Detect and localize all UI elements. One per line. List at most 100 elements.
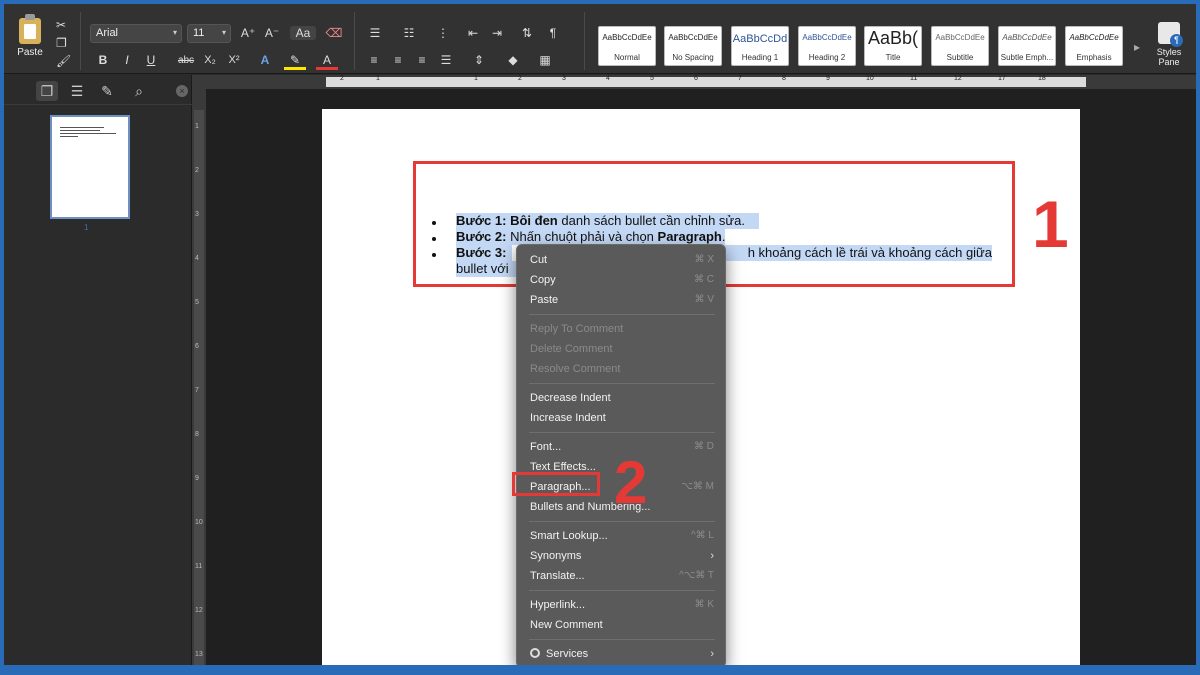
line-spacing-icon[interactable]: ⇕ xyxy=(466,51,492,70)
menu-item-copy[interactable]: Copy ⌘ C xyxy=(530,271,714,289)
menu-separator xyxy=(529,521,715,522)
menu-label: New Comment xyxy=(530,619,603,631)
text-effects-icon[interactable]: A xyxy=(254,51,276,70)
ruler-tick: 13 xyxy=(195,651,203,658)
annotation-label-2: 2 xyxy=(614,449,648,516)
style-name: Normal xyxy=(614,53,640,62)
menu-item-hyperlink[interactable]: Hyperlink... ⌘ K xyxy=(530,596,714,614)
menu-item-services[interactable]: Services › xyxy=(530,645,714,663)
page-thumbnail[interactable] xyxy=(50,115,130,219)
font-name-select[interactable]: Arial ▾ xyxy=(90,24,182,43)
subscript-button[interactable]: X₂ xyxy=(200,51,220,70)
ruler-tick: 6 xyxy=(195,343,199,350)
menu-separator xyxy=(529,639,715,640)
thumbnail-line xyxy=(60,136,78,137)
numbering-icon[interactable]: ☷ xyxy=(396,26,422,40)
menu-item-decrease-indent[interactable]: Decrease Indent xyxy=(530,389,714,407)
menu-shortcut: ⌘ K xyxy=(694,599,714,610)
horizontal-ruler[interactable]: 2 1 1 2 3 4 5 6 7 8 9 10 11 12 17 18 xyxy=(206,75,1196,89)
change-case-icon[interactable]: Aa xyxy=(290,26,316,40)
style-normal[interactable]: AaBbCcDdEe Normal xyxy=(598,26,656,66)
menu-item-resolve-comment[interactable]: Resolve Comment xyxy=(530,360,714,378)
ruler-tick: 8 xyxy=(195,431,199,438)
ribbon-divider xyxy=(80,12,81,70)
navigation-sidebar: ❐ ☰ ✎ ⌕ × 1 xyxy=(4,75,192,665)
shading-icon[interactable]: ◆ xyxy=(500,51,526,70)
word-app-window: Paste ✂ ❐ 🖌 Arial ▾ 11 ▾ A⁺ A⁻ Aa ⌫ B I … xyxy=(4,4,1196,665)
align-left-icon[interactable]: ≡ xyxy=(364,51,384,70)
ruler-tick: 1 xyxy=(195,123,199,130)
menu-item-synonyms[interactable]: Synonyms › xyxy=(530,547,714,565)
style-subtitle[interactable]: AaBbCcDdEe Subtitle xyxy=(931,26,989,66)
menu-item-increase-indent[interactable]: Increase Indent xyxy=(530,409,714,427)
shrink-font-button[interactable]: A⁻ xyxy=(262,26,282,40)
borders-icon[interactable]: ▦ xyxy=(532,51,558,70)
strikethrough-button[interactable]: abc xyxy=(174,51,198,70)
style-subtle-emphasis[interactable]: AaBbCcDdEe Subtle Emph... xyxy=(998,26,1056,66)
menu-label: Paste xyxy=(530,294,559,306)
cut-icon[interactable]: ✂ xyxy=(56,18,66,32)
sidebar-tabs: ❐ ☰ ✎ ⌕ × xyxy=(4,75,192,105)
menu-item-translate[interactable]: Translate... ^⌥⌘ T xyxy=(530,567,714,585)
italic-button[interactable]: I xyxy=(118,51,136,70)
style-emphasis[interactable]: AaBbCcDdEe Emphasis xyxy=(1065,26,1123,66)
align-center-icon[interactable]: ≡ xyxy=(388,51,408,70)
menu-item-delete-comment[interactable]: Delete Comment xyxy=(530,340,714,358)
paste-button[interactable]: Paste xyxy=(8,14,52,68)
style-heading-2[interactable]: AaBbCcDdEe Heading 2 xyxy=(798,26,856,66)
ruler-tick: 10 xyxy=(866,75,874,82)
style-name: Title xyxy=(885,53,901,62)
show-marks-button[interactable]: ¶ xyxy=(544,26,562,40)
align-right-icon[interactable]: ≡ xyxy=(412,51,432,70)
underline-button[interactable]: U xyxy=(142,51,160,70)
multilevel-list-icon[interactable]: ⋮ xyxy=(430,26,456,40)
style-sample: AaBbCcDdEe xyxy=(668,33,718,42)
menu-item-new-comment[interactable]: New Comment xyxy=(530,616,714,634)
increase-indent-icon[interactable]: ⇥ xyxy=(486,26,508,40)
style-sample: AaBbCcDdEe xyxy=(802,33,852,42)
grow-font-button[interactable]: A⁺ xyxy=(238,26,258,40)
highlight-icon[interactable]: ✎ xyxy=(284,51,306,70)
edit-tab-icon[interactable]: ✎ xyxy=(96,81,118,101)
outline-tab-icon[interactable]: ☰ xyxy=(66,81,88,101)
paste-label: Paste xyxy=(17,47,43,58)
ruler-tick: 5 xyxy=(650,75,654,82)
thumbnails-tab-icon[interactable]: ❐ xyxy=(36,81,58,101)
bold-button[interactable]: B xyxy=(94,51,112,70)
superscript-button[interactable]: X² xyxy=(224,51,244,70)
menu-item-paste[interactable]: Paste ⌘ V xyxy=(530,291,714,309)
style-title[interactable]: AaBb( Title xyxy=(864,26,922,66)
ruler-tick: 1 xyxy=(376,75,380,82)
gallery-more-icon[interactable]: ▸ xyxy=(1132,40,1142,54)
font-size-select[interactable]: 11 ▾ xyxy=(187,24,231,43)
menu-item-smart-lookup[interactable]: Smart Lookup... ^⌘ L xyxy=(530,527,714,545)
format-painter-icon[interactable]: 🖌 xyxy=(56,54,71,68)
thumbnail-line xyxy=(60,133,116,134)
menu-shortcut: ⌥⌘ M xyxy=(681,481,714,492)
ruler-tick: 11 xyxy=(195,563,203,570)
style-no-spacing[interactable]: AaBbCcDdEe No Spacing xyxy=(664,26,722,66)
menu-label: Cut xyxy=(530,254,548,266)
font-color-icon[interactable]: A xyxy=(316,51,338,70)
ribbon-divider xyxy=(354,12,355,70)
ruler-tick: 2 xyxy=(340,75,344,82)
menu-item-reply-to-comment[interactable]: Reply To Comment xyxy=(530,320,714,338)
styles-pane-label-2: Pane xyxy=(1158,57,1180,67)
font-size-value: 11 xyxy=(193,27,205,39)
styles-pane-button[interactable]: Styles Pane xyxy=(1144,22,1194,67)
chevron-right-icon: › xyxy=(710,550,714,562)
menu-item-cut[interactable]: Cut ⌘ X xyxy=(530,251,714,269)
search-icon[interactable]: ⌕ xyxy=(128,81,150,101)
close-icon[interactable]: × xyxy=(176,85,188,97)
menu-shortcut: ⌘ X xyxy=(694,254,714,265)
justify-icon[interactable]: ☰ xyxy=(436,51,456,70)
ruler-tick: 2 xyxy=(518,75,522,82)
vertical-ruler[interactable]: 1 2 3 4 5 6 7 8 9 10 11 12 13 xyxy=(192,75,206,665)
copy-icon[interactable]: ❐ xyxy=(56,36,67,50)
style-heading-1[interactable]: AaBbCcDd Heading 1 xyxy=(731,26,789,66)
clear-format-icon[interactable]: ⌫ xyxy=(324,26,344,40)
ruler-tick: 10 xyxy=(195,519,203,526)
decrease-indent-icon[interactable]: ⇤ xyxy=(462,26,484,40)
sort-icon[interactable]: ⇅ xyxy=(516,26,538,40)
bullets-icon[interactable]: ☰ xyxy=(362,26,388,40)
